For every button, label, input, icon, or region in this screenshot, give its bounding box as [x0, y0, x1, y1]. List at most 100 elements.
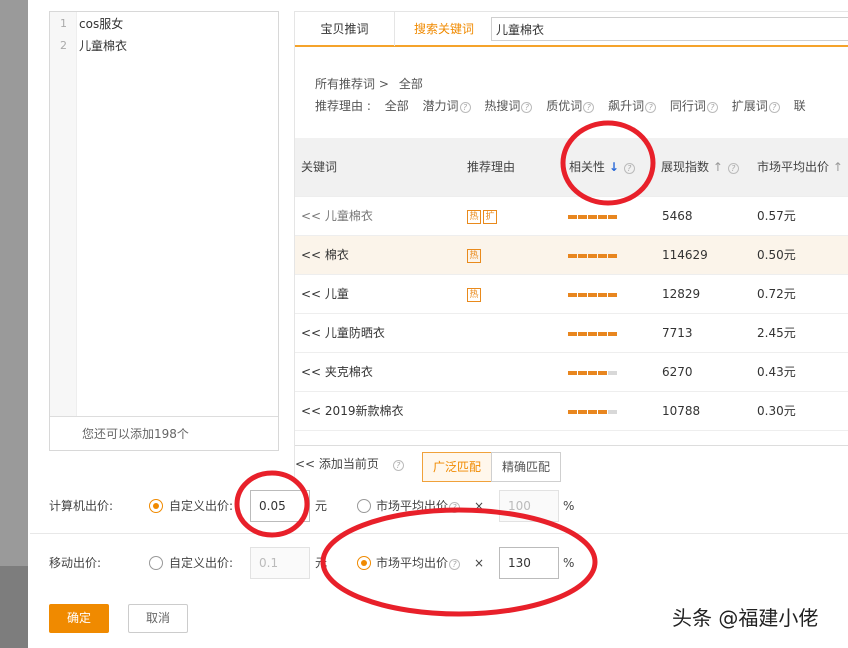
help-icon[interactable]: ?: [459, 102, 471, 113]
keyword-cell[interactable]: << 夹克棉衣: [301, 353, 373, 392]
filter-reason-hot[interactable]: 热搜词?: [484, 95, 533, 117]
filter-reason-rising[interactable]: 飙升词?: [608, 95, 657, 117]
keyword-cell[interactable]: << 儿童防晒衣: [301, 314, 385, 353]
relevance-segment: [568, 293, 577, 297]
relevance-segment: [598, 332, 607, 336]
avg-bid-cell: 0.72元: [757, 287, 796, 301]
table-row[interactable]: << 儿童 热 12829 0.72元: [295, 274, 848, 313]
table-row[interactable]: << 棉衣 热 114629 0.50元: [295, 235, 848, 274]
filter-all-value[interactable]: 全部: [399, 73, 423, 95]
mobile-market-radio[interactable]: [357, 556, 371, 570]
relevance-segment: [598, 410, 607, 414]
avg-bid-cell: 0.50元: [757, 248, 796, 262]
sort-up-arrow-icon[interactable]: ↑: [713, 160, 723, 174]
table-row[interactable]: << 2019新款棉衣 10788 0.30元: [295, 391, 848, 430]
table-row[interactable]: << 儿童棉衣 热扩 5468 0.57元: [295, 196, 848, 235]
relevance-segment: [578, 332, 587, 336]
relevance-segment: [588, 215, 597, 219]
filter-reason-label: 推荐理由 :: [315, 99, 371, 113]
add-current-page-button[interactable]: << 添加当前页 ?: [295, 446, 404, 482]
help-icon[interactable]: ?: [768, 102, 780, 113]
reason-tag: 热: [467, 209, 481, 224]
relevance-segment: [598, 371, 607, 375]
keyword-list-item[interactable]: 2 儿童棉衣: [50, 35, 278, 57]
table-row[interactable]: << 儿童防晒衣 7713 2.45元: [295, 313, 848, 352]
help-icon[interactable]: ?: [645, 102, 657, 113]
mobile-custom-bid-input[interactable]: 0.1: [250, 547, 310, 579]
pc-bid-row: 计算机出价: 自定义出价: 0.05 元 市场平均出价? × 100 %: [49, 490, 848, 522]
divider: [30, 533, 848, 534]
keyword-cell[interactable]: << 2019新款棉衣: [301, 392, 403, 431]
help-icon[interactable]: ?: [727, 163, 739, 174]
filter-reason-peer[interactable]: 同行词?: [670, 95, 718, 117]
reason-cell: 热: [467, 275, 483, 314]
col-header-relevance[interactable]: 相关性 ↓ ?: [569, 138, 635, 196]
reason-label: 同行词: [669, 99, 706, 113]
reason-cell: 热扩: [467, 197, 499, 236]
reason-tag: 热: [467, 248, 481, 263]
avg-bid-label: 市场平均出价: [757, 160, 830, 174]
mobile-custom-radio[interactable]: [149, 556, 163, 570]
relevance-segment: [578, 410, 587, 414]
relevance-segment: [598, 293, 607, 297]
relevance-segment: [588, 410, 597, 414]
market-label-text: 市场平均出价: [376, 499, 449, 513]
help-icon[interactable]: ?: [392, 460, 404, 471]
exact-match-button[interactable]: 精确匹配: [491, 452, 562, 482]
pc-custom-bid-input[interactable]: 0.05: [250, 490, 310, 522]
keyword-cell[interactable]: << 儿童: [301, 275, 349, 314]
table-row[interactable]: << 夹克棉衣 6270 0.43元: [295, 352, 848, 391]
broad-match-button[interactable]: 广泛匹配: [422, 452, 493, 482]
col-header-impressions[interactable]: 展现指数 ↑ ?: [661, 138, 739, 196]
keyword-list-item[interactable]: 1 cos服女: [50, 13, 278, 35]
reason-tag: 扩: [483, 209, 497, 224]
keyword-table: 关键词 推荐理由 相关性 ↓ ? 展现指数 ↑ ? 市场平均出价 ↑ << 儿童…: [295, 138, 848, 444]
keyword-cell[interactable]: << 儿童棉衣: [301, 197, 373, 236]
filter-all-row: 所有推荐词 > 全部: [315, 73, 816, 95]
sort-up-arrow-icon[interactable]: ↑: [833, 160, 843, 174]
times-sign: ×: [474, 499, 485, 513]
col-header-keyword: 关键词: [301, 160, 338, 174]
relevance-segment: [578, 293, 587, 297]
relevance-segment: [588, 332, 597, 336]
tab-search-keywords[interactable]: 搜索关键词: [399, 12, 489, 46]
pc-custom-radio[interactable]: [149, 499, 163, 513]
pc-percent-input[interactable]: 100: [499, 490, 559, 522]
confirm-button[interactable]: 确定: [49, 604, 109, 633]
filter-reason-potential[interactable]: 潜力词?: [423, 95, 471, 117]
keyword-list[interactable]: 1 cos服女 2 儿童棉衣 您还可以添加198个: [49, 11, 279, 451]
help-icon[interactable]: ?: [521, 102, 533, 113]
percent-sign: %: [563, 556, 575, 570]
pc-market-radio[interactable]: [357, 499, 371, 513]
impressions-cell: 5468: [662, 209, 693, 223]
market-label-text: 市场平均出价: [376, 556, 449, 570]
avg-bid-cell: 2.45元: [757, 326, 796, 340]
relevance-segment: [608, 254, 617, 258]
relevance-segment: [608, 410, 617, 414]
help-icon[interactable]: ?: [449, 559, 461, 570]
pc-custom-label: 自定义出价:: [169, 499, 234, 513]
cancel-button[interactable]: 取消: [128, 604, 188, 633]
keyword-cell[interactable]: << 棉衣: [301, 236, 349, 275]
mobile-percent-input[interactable]: 130: [499, 547, 559, 579]
filter-reason-quality[interactable]: 质优词?: [546, 95, 595, 117]
filter-reason-extend[interactable]: 扩展词?: [732, 95, 780, 117]
help-icon[interactable]: ?: [706, 102, 718, 113]
filter-reason-all[interactable]: 全部: [385, 95, 409, 117]
keyword-recommend-panel: 宝贝推词 搜索关键词 所有推荐词 > 全部 推荐理由 : 全部 潜力词? 热搜词?…: [294, 11, 848, 482]
help-icon[interactable]: ?: [449, 502, 461, 513]
help-icon[interactable]: ?: [623, 163, 635, 174]
remaining-count: 您还可以添加198个: [50, 416, 278, 450]
reason-label: 热搜词: [484, 99, 521, 113]
help-icon[interactable]: ?: [583, 102, 595, 113]
filter-reason-more[interactable]: 联: [794, 95, 806, 117]
keyword-search-input[interactable]: [491, 17, 848, 41]
line-number: 1: [60, 17, 67, 30]
col-header-avg-bid[interactable]: 市场平均出价 ↑: [757, 138, 843, 196]
relevance-segment: [578, 215, 587, 219]
line-number-gutter: [50, 12, 77, 416]
tab-item-recommend[interactable]: 宝贝推词: [295, 12, 395, 46]
sort-down-arrow-icon[interactable]: ↓: [609, 160, 619, 174]
reason-label: 飙升词: [608, 99, 645, 113]
percent-sign: %: [563, 499, 575, 513]
